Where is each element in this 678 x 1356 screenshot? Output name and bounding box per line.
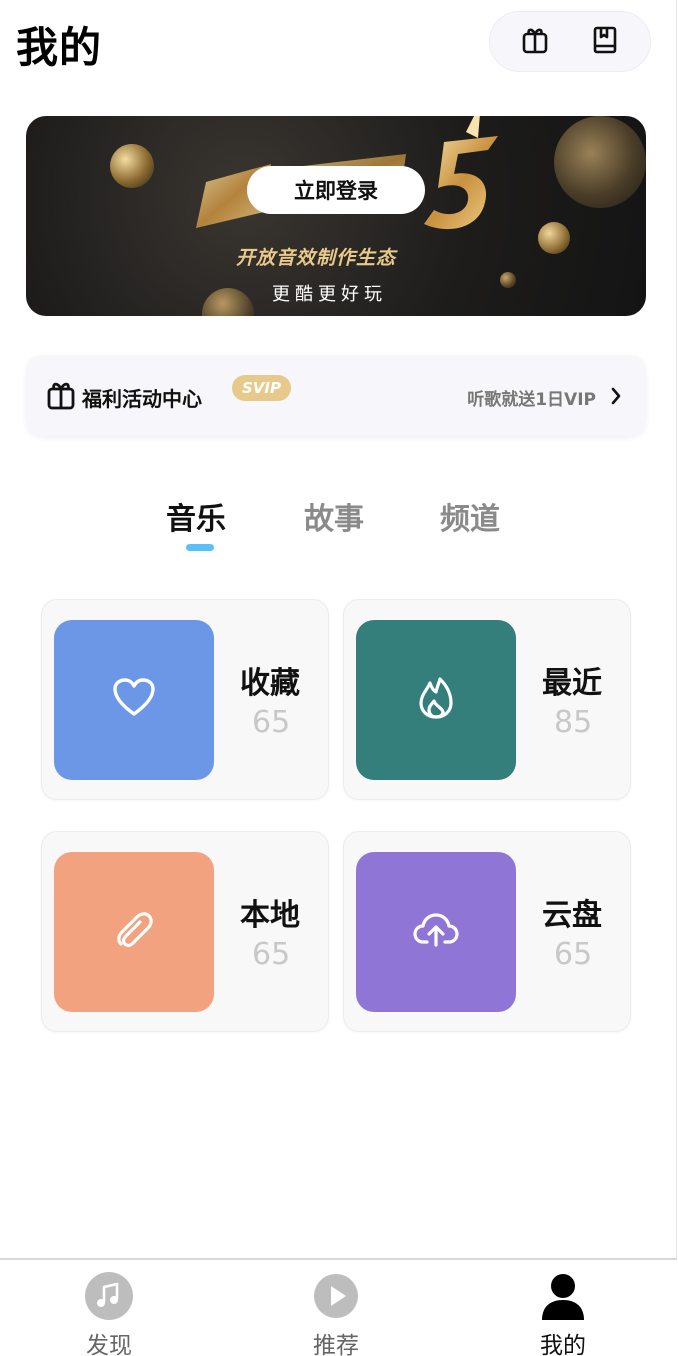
banner-orb xyxy=(202,288,254,316)
card-label: 收藏 xyxy=(240,666,300,701)
card-favorites[interactable]: 收藏 65 xyxy=(41,599,329,800)
banner-orb xyxy=(538,222,570,254)
nav-label: 推荐 xyxy=(313,1333,359,1356)
nav-label: 发现 xyxy=(86,1333,132,1356)
page-title: 我的 xyxy=(16,23,103,72)
paperclip-icon xyxy=(114,910,154,954)
gift-icon xyxy=(46,379,76,415)
flame-icon xyxy=(418,677,454,723)
favorites-tile xyxy=(54,620,214,780)
tab-story[interactable]: 故事 xyxy=(304,494,364,538)
nav-recommend[interactable]: 推荐 xyxy=(266,1260,406,1356)
card-label: 最近 xyxy=(542,666,602,701)
card-label: 本地 xyxy=(240,898,300,933)
nav-discover[interactable]: 发现 xyxy=(39,1260,179,1356)
play-icon xyxy=(312,1272,360,1320)
gift-icon xyxy=(520,25,550,59)
cloud-tile xyxy=(356,852,516,1012)
nav-label: 我的 xyxy=(540,1333,586,1356)
gift-button[interactable] xyxy=(519,26,551,58)
music-note-icon xyxy=(85,1272,133,1320)
banner-subtitle: 开放音效制作生态 xyxy=(236,247,397,269)
nav-mine[interactable]: 我的 xyxy=(493,1260,633,1356)
login-button[interactable]: 立即登录 xyxy=(247,166,425,214)
card-count: 65 xyxy=(252,937,291,972)
card-count: 85 xyxy=(554,705,593,740)
tab-channel[interactable]: 频道 xyxy=(440,494,500,538)
chevron-right-icon xyxy=(610,387,622,409)
book-icon xyxy=(591,25,619,59)
banner-orb xyxy=(110,144,154,188)
card-count: 65 xyxy=(554,937,593,972)
user-icon xyxy=(539,1272,587,1320)
welfare-promo: 听歌就送1日VIP xyxy=(467,390,596,410)
book-button[interactable] xyxy=(589,26,621,58)
welfare-title: 福利活动中心 xyxy=(82,387,202,411)
bottom-nav: 发现 推荐 我的 xyxy=(0,1258,677,1356)
card-recent[interactable]: 最近 85 xyxy=(343,599,631,800)
banner-orb xyxy=(554,116,646,208)
card-label: 云盘 xyxy=(542,898,602,933)
svip-badge: SVIP xyxy=(232,375,291,401)
tab-active-indicator xyxy=(186,544,214,551)
recent-tile xyxy=(356,620,516,780)
welfare-center-bar[interactable]: 福利活动中心 SVIP 听歌就送1日VIP xyxy=(26,355,646,436)
banner-orb xyxy=(500,272,516,288)
banner-footer: 更酷更好玩 xyxy=(272,284,387,305)
heart-icon xyxy=(112,678,156,722)
my-page: 我的 开放音效制作生态 更酷更好玩 立即登录 福利活动中心 SVIP 听歌就送1… xyxy=(0,0,677,1356)
local-tile xyxy=(54,852,214,1012)
promo-banner[interactable]: 开放音效制作生态 更酷更好玩 xyxy=(26,116,646,316)
tab-music[interactable]: 音乐 xyxy=(166,494,226,538)
cloud-upload-icon xyxy=(413,912,459,952)
card-local[interactable]: 本地 65 xyxy=(41,831,329,1032)
header-actions xyxy=(489,11,651,72)
card-cloud[interactable]: 云盘 65 xyxy=(343,831,631,1032)
card-count: 65 xyxy=(252,705,291,740)
